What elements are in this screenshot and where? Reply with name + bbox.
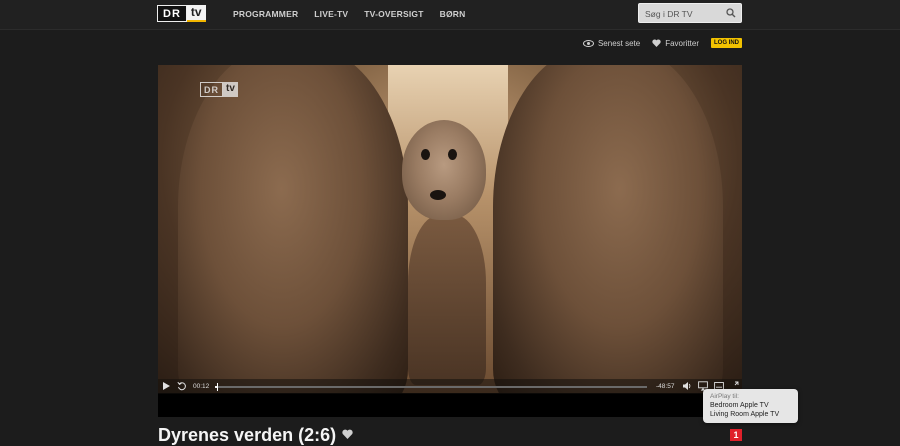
recently-watched-label: Senest sete bbox=[597, 38, 641, 48]
video-frame[interactable]: DR tv bbox=[158, 65, 742, 393]
nav-born[interactable]: BØRN bbox=[440, 9, 466, 19]
logo-dr-text: DR bbox=[157, 5, 187, 22]
search-input[interactable] bbox=[645, 7, 723, 20]
search-icon[interactable] bbox=[726, 8, 736, 18]
program-title: Dyrenes verden (2:6) bbox=[158, 425, 337, 445]
eye-icon bbox=[582, 39, 594, 47]
logo-tv-text: tv bbox=[186, 5, 206, 22]
top-navigation-bar: DR tv PROGRAMMER LIVE-TV TV-OVERSIGT BØR… bbox=[0, 0, 900, 29]
meerkat-fur-right bbox=[493, 65, 723, 393]
dr-tv-logo[interactable]: DR tv bbox=[157, 5, 206, 22]
meerkat-body bbox=[408, 215, 486, 385]
airplay-device-living-room[interactable]: Living Room Apple TV bbox=[710, 410, 791, 419]
nav-programmer[interactable]: PROGRAMMER bbox=[233, 9, 298, 19]
airplay-menu: AirPlay til: Bedroom Apple TV Living Roo… bbox=[703, 389, 798, 423]
meerkat-fur-left bbox=[178, 65, 408, 393]
airplay-device-bedroom[interactable]: Bedroom Apple TV bbox=[710, 401, 791, 410]
recently-watched-link[interactable]: Senest sete bbox=[582, 38, 641, 48]
time-remaining: -48:57 bbox=[656, 383, 675, 390]
progress-bar[interactable] bbox=[215, 383, 647, 391]
airplay-menu-title: AirPlay til: bbox=[710, 393, 739, 400]
volume-icon[interactable] bbox=[682, 381, 692, 391]
watermark-tv: tv bbox=[223, 82, 238, 97]
user-bar: Senest sete Favoritter LOG IND bbox=[0, 29, 900, 57]
meerkat-eye-right bbox=[448, 149, 457, 160]
watermark-dr: DR bbox=[200, 82, 223, 97]
favorites-label: Favoritter bbox=[665, 38, 699, 48]
heart-icon bbox=[652, 39, 661, 47]
video-player[interactable]: DR tv 00:12 -48:57 bbox=[158, 65, 742, 417]
main-nav: PROGRAMMER LIVE-TV TV-OVERSIGT BØRN bbox=[233, 9, 465, 19]
meerkat-eye-left bbox=[421, 149, 430, 160]
meerkat-head bbox=[402, 120, 486, 220]
favorites-link[interactable]: Favoritter bbox=[652, 39, 699, 48]
progress-handle[interactable] bbox=[217, 383, 218, 391]
nav-live-tv[interactable]: LIVE-TV bbox=[314, 9, 348, 19]
channel-watermark: DR tv bbox=[200, 82, 238, 97]
login-button[interactable]: LOG IND bbox=[711, 38, 742, 48]
channel-badge: 1 bbox=[730, 429, 742, 441]
nav-tv-oversigt[interactable]: TV-OVERSIGT bbox=[364, 9, 423, 19]
search-box bbox=[638, 3, 742, 23]
replay-icon[interactable] bbox=[177, 381, 187, 391]
play-icon[interactable] bbox=[162, 381, 171, 391]
meerkat-nose bbox=[430, 190, 446, 200]
favorite-heart-icon[interactable] bbox=[342, 429, 353, 439]
player-controls: 00:12 -48:57 bbox=[158, 379, 742, 394]
time-elapsed: 00:12 bbox=[193, 383, 210, 390]
